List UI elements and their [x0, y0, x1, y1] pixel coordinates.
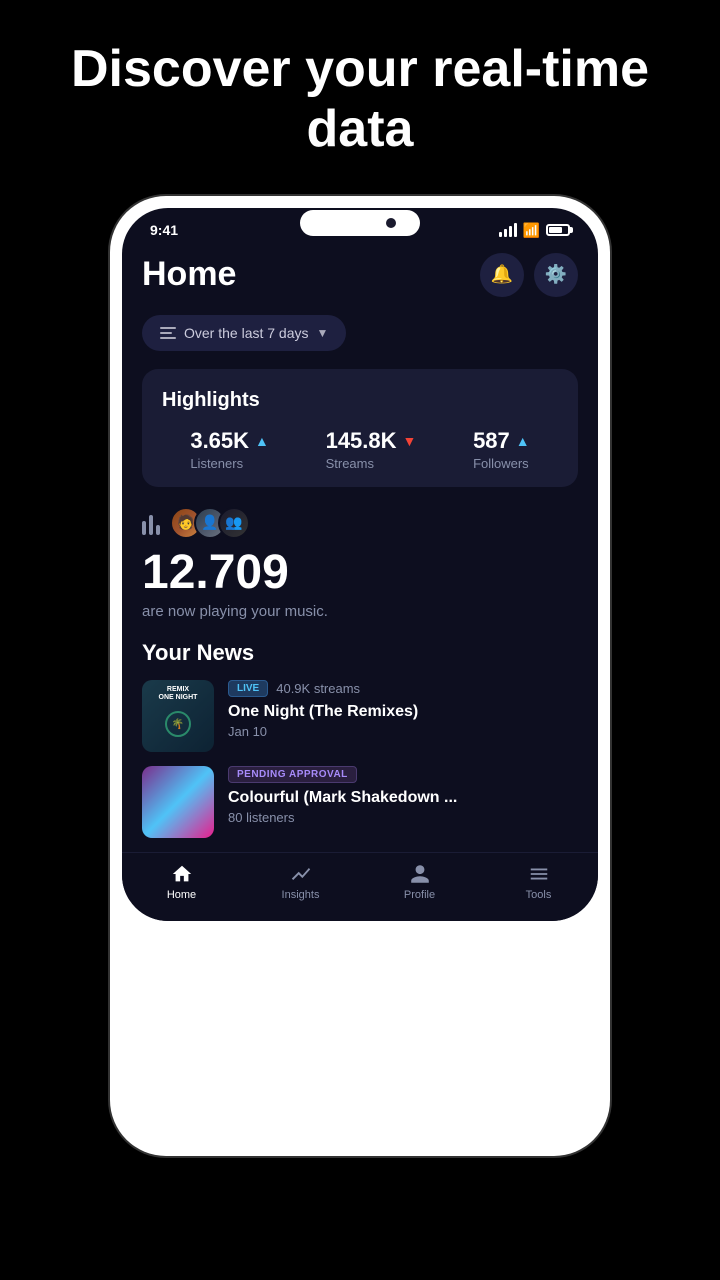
now-playing-section: 🧑 👤 👥 12.709 are now playing your music. — [142, 507, 578, 621]
news-badge-row-1: PENDING APPROVAL — [228, 766, 578, 783]
nav-profile-label: Profile — [404, 889, 435, 901]
notch — [300, 210, 420, 236]
phone-screen: 9:41 📶 Home 🔔 — [122, 208, 598, 922]
notification-button[interactable]: 🔔 — [480, 253, 524, 297]
news-title-0: One Night (The Remixes) — [228, 703, 578, 721]
phone-frame: 9:41 📶 Home 🔔 — [110, 196, 610, 1156]
news-thumbnail-1 — [142, 766, 214, 838]
nav-home-label: Home — [167, 889, 196, 901]
now-playing-header: 🧑 👤 👥 — [142, 507, 578, 539]
stat-listeners: 3.65K ▲ Listeners — [190, 428, 269, 471]
news-sub-1: 80 listeners — [228, 810, 578, 825]
stat-listeners-value-row: 3.65K ▲ — [190, 428, 269, 454]
listener-avatars: 🧑 👤 👥 — [170, 507, 250, 539]
streams-down-icon: ▼ — [403, 433, 417, 449]
news-streams-0: 40.9K streams — [276, 681, 360, 696]
stat-followers-label: Followers — [473, 456, 530, 471]
colourful-thumbnail — [142, 766, 214, 838]
news-badge-row-0: LIVE 40.9K streams — [228, 680, 578, 697]
live-badge: LIVE — [228, 680, 268, 697]
news-info-1: PENDING APPROVAL Colourful (Mark Shakedo… — [228, 766, 578, 825]
now-playing-text: are now playing your music. — [142, 603, 578, 620]
news-item-1[interactable]: PENDING APPROVAL Colourful (Mark Shakedo… — [142, 766, 578, 838]
hero-title: Discover your real-time data — [0, 40, 720, 160]
nav-profile[interactable]: Profile — [360, 863, 479, 901]
stat-streams-value-row: 145.8K ▼ — [326, 428, 417, 454]
nav-tools-label: Tools — [526, 889, 552, 901]
chevron-down-icon: ▼ — [317, 326, 329, 340]
listeners-up-icon: ▲ — [255, 433, 269, 449]
remix-thumbnail: REMIXONE NIGHT 🌴 — [142, 680, 214, 752]
wifi-icon: 📶 — [523, 222, 540, 239]
filter-icon — [160, 327, 176, 339]
avatar-3: 👥 — [218, 507, 250, 539]
pending-badge: PENDING APPROVAL — [228, 766, 357, 783]
settings-button[interactable]: ⚙️ — [534, 253, 578, 297]
app-content: Home 🔔 ⚙️ Over the last 7 days ▼ — [122, 245, 598, 853]
nav-insights-label: Insights — [282, 889, 320, 901]
highlights-card: Highlights 3.65K ▲ Listeners 145.8K — [142, 369, 578, 487]
stat-followers-value: 587 — [473, 428, 510, 454]
camera-dot — [386, 218, 396, 228]
stat-streams-value: 145.8K — [326, 428, 397, 454]
news-info-0: LIVE 40.9K streams One Night (The Remixe… — [228, 680, 578, 739]
signal-icon — [499, 223, 517, 237]
news-item-0[interactable]: REMIXONE NIGHT 🌴 LIVE 40.9K streams — [142, 680, 578, 752]
stat-followers: 587 ▲ Followers — [473, 428, 530, 471]
news-sub-0: Jan 10 — [228, 724, 578, 739]
highlights-title: Highlights — [162, 389, 558, 412]
stat-streams: 145.8K ▼ Streams — [326, 428, 417, 471]
nav-home[interactable]: Home — [122, 863, 241, 901]
profile-icon — [409, 863, 431, 885]
stat-listeners-value: 3.65K — [190, 428, 249, 454]
bottom-nav: Home Insights Profile — [122, 852, 598, 921]
news-title-1: Colourful (Mark Shakedown ... — [228, 789, 578, 807]
highlights-stats: 3.65K ▲ Listeners 145.8K ▼ Streams — [162, 428, 558, 471]
nav-tools[interactable]: Tools — [479, 863, 598, 901]
stat-followers-value-row: 587 ▲ — [473, 428, 530, 454]
nav-insights[interactable]: Insights — [241, 863, 360, 901]
app-header: Home 🔔 ⚙️ — [142, 253, 578, 297]
filter-label: Over the last 7 days — [184, 325, 309, 341]
page-title: Home — [142, 255, 236, 294]
filter-dropdown[interactable]: Over the last 7 days ▼ — [142, 315, 346, 351]
followers-up-icon: ▲ — [516, 433, 530, 449]
stat-streams-label: Streams — [326, 456, 417, 471]
insights-icon — [290, 863, 312, 885]
status-time: 9:41 — [150, 222, 178, 238]
stat-listeners-label: Listeners — [190, 456, 269, 471]
analytics-icon — [142, 511, 160, 535]
page-wrapper: Discover your real-time data 9:41 📶 — [0, 0, 720, 1280]
home-icon — [171, 863, 193, 885]
now-playing-count: 12.709 — [142, 547, 578, 600]
status-icons: 📶 — [499, 222, 570, 239]
news-thumbnail-0: REMIXONE NIGHT 🌴 — [142, 680, 214, 752]
tools-icon — [528, 863, 550, 885]
your-news-title: Your News — [142, 640, 578, 666]
header-buttons: 🔔 ⚙️ — [480, 253, 578, 297]
battery-icon — [546, 224, 570, 236]
your-news-section: Your News REMIXONE NIGHT 🌴 — [142, 640, 578, 838]
